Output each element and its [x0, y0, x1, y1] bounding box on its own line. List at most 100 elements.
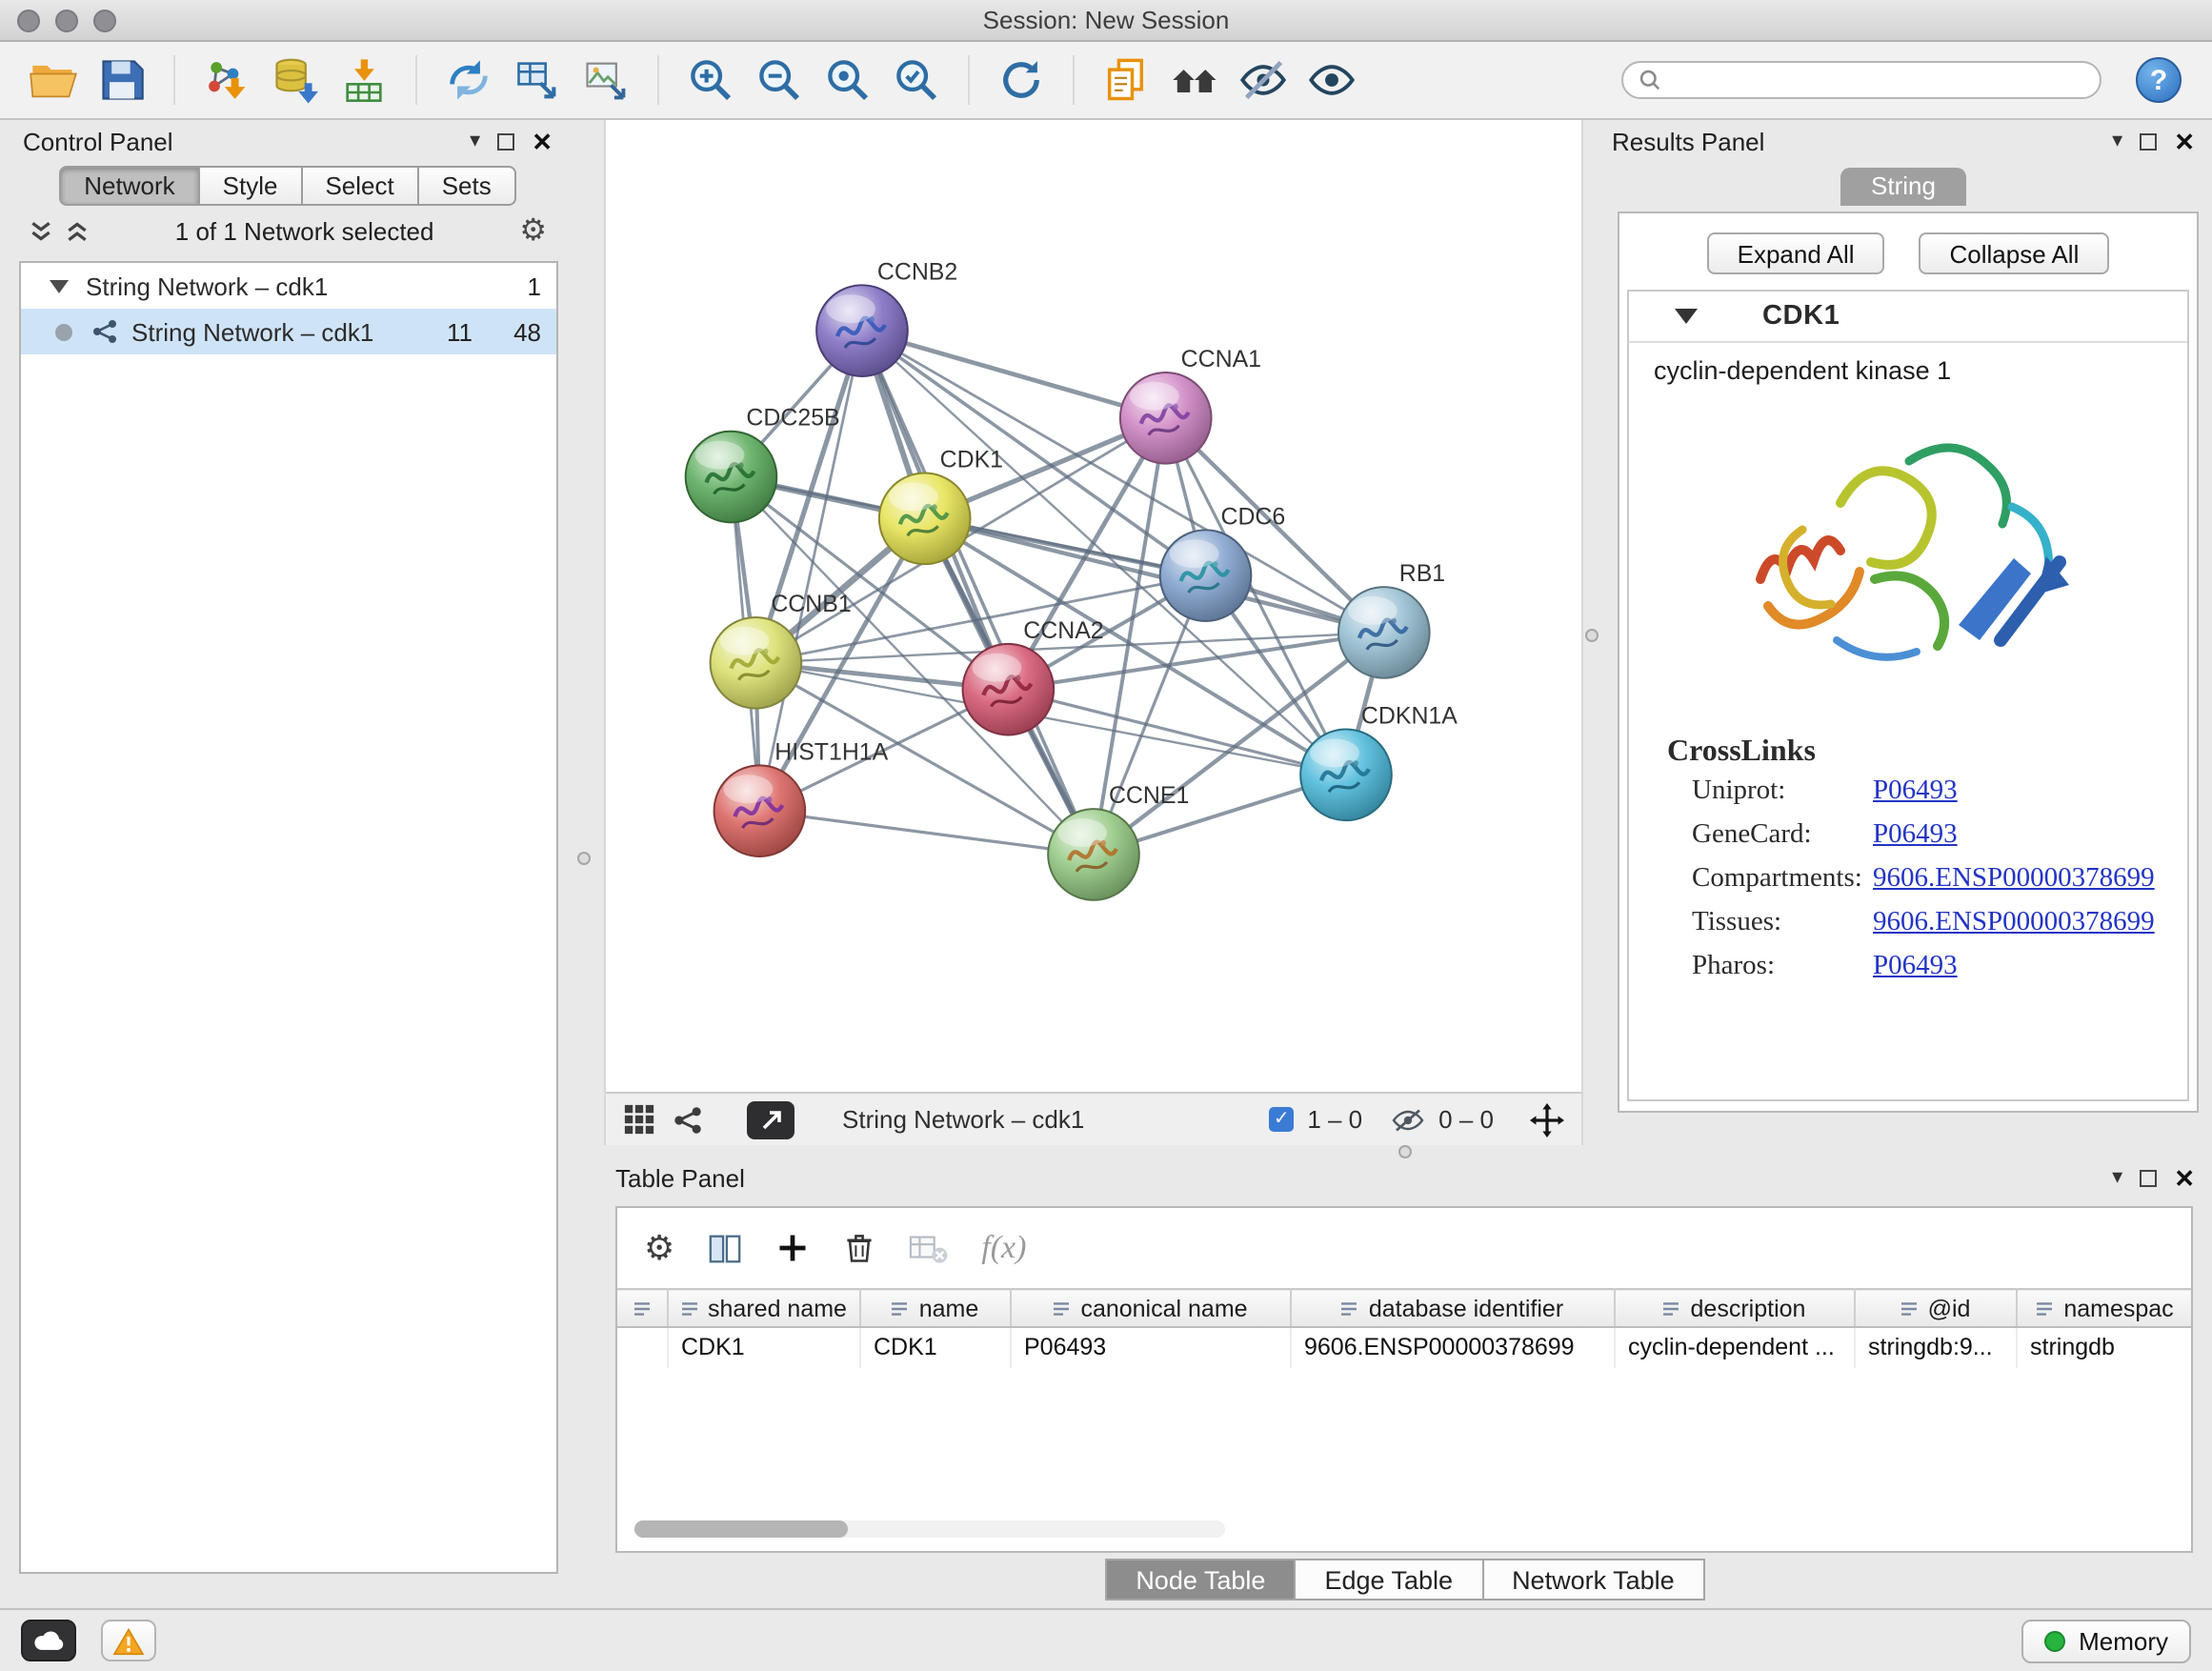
network-edge-CCNB2-CCNE1[interactable] [862, 331, 1094, 855]
import-network-from-file-button[interactable] [192, 48, 261, 112]
column-header-namespac[interactable]: namespac [2016, 1289, 2191, 1327]
first-neighbors-button[interactable] [1160, 48, 1229, 112]
table-cell[interactable]: stringdb:9... [1854, 1327, 2016, 1367]
open-in-new-window-button[interactable] [747, 1100, 794, 1138]
tab-network-table[interactable]: Network Table [1483, 1559, 1705, 1601]
collapse-section-icon[interactable] [1675, 309, 1698, 324]
expand-all-button[interactable]: Expand All [1707, 232, 1885, 274]
network-node-CDC6[interactable] [1160, 530, 1252, 621]
network-node-CDKN1A[interactable] [1300, 729, 1392, 820]
tab-network[interactable]: Network [59, 166, 199, 206]
cloud-status-button[interactable] [21, 1620, 76, 1661]
network-edge-HIST1H1A-CCNE1[interactable] [759, 811, 1094, 855]
maximize-panel-icon[interactable] [497, 132, 514, 150]
new-network-button[interactable] [434, 48, 503, 112]
delete-column-icon[interactable] [842, 1231, 876, 1265]
row-handle[interactable] [617, 1327, 667, 1367]
network-collection-row[interactable]: String Network – cdk1 1 [21, 263, 556, 309]
table-cell[interactable]: 9606.ENSP00000378699 [1290, 1327, 1614, 1367]
table-cell[interactable]: cyclin-dependent ... [1614, 1327, 1854, 1367]
close-panel-icon[interactable]: ✕ [532, 129, 553, 153]
delete-table-icon[interactable] [909, 1231, 949, 1265]
right-splitter-handle[interactable] [1585, 629, 1599, 642]
refresh-view-button[interactable] [987, 48, 1056, 112]
zoom-selected-button[interactable] [882, 48, 951, 112]
maximize-panel-icon[interactable] [2140, 132, 2157, 150]
network-node-CDC25B[interactable] [686, 432, 777, 523]
collapse-all-icon[interactable] [29, 219, 53, 244]
network-node-CCNE1[interactable] [1048, 809, 1139, 900]
table-horizontal-scrollbar[interactable] [634, 1520, 1225, 1538]
tab-select[interactable]: Select [302, 166, 418, 206]
close-panel-icon[interactable]: ✕ [2174, 1165, 2195, 1190]
network-node-HIST1H1A[interactable] [714, 765, 806, 856]
import-network-from-database-button[interactable] [261, 48, 330, 112]
pan-crosshair-icon[interactable] [1530, 1102, 1564, 1137]
tab-style[interactable]: Style [200, 166, 303, 206]
table-row[interactable]: CDK1CDK1P064939606.ENSP00000378699cyclin… [617, 1327, 2191, 1367]
column-header-shared-name[interactable]: shared name [667, 1289, 859, 1327]
tab-node-table[interactable]: Node Table [1105, 1559, 1296, 1601]
export-network-table-button[interactable] [503, 48, 572, 112]
search-input[interactable] [1671, 67, 2084, 93]
tab-sets[interactable]: Sets [419, 166, 516, 206]
table-cell[interactable]: stringdb [2016, 1327, 2191, 1367]
collapse-all-button[interactable]: Collapse All [1920, 232, 2110, 274]
close-window-button[interactable] [17, 10, 40, 32]
network-node-CCNA1[interactable] [1120, 372, 1212, 464]
network-node-RB1[interactable] [1338, 587, 1430, 678]
table-settings-gear-icon[interactable]: ⚙ [644, 1228, 674, 1268]
birds-eye-view-icon[interactable] [623, 1103, 655, 1136]
crosslink-value-link[interactable]: P06493 [1873, 819, 1958, 852]
table-cell[interactable]: CDK1 [859, 1327, 1010, 1367]
float-panel-icon[interactable]: ▾ [470, 131, 480, 151]
maximize-panel-icon[interactable] [2140, 1169, 2157, 1186]
zoom-fit-button[interactable] [814, 48, 882, 112]
warnings-button[interactable] [101, 1620, 156, 1661]
hidden-eye-icon[interactable] [1391, 1106, 1425, 1133]
minimize-window-button[interactable] [55, 10, 78, 32]
float-panel-icon[interactable]: ▾ [2112, 131, 2122, 151]
show-columns-icon[interactable] [707, 1230, 743, 1266]
network-node-CCNB1[interactable] [711, 617, 802, 709]
column-header--id[interactable]: @id [1854, 1289, 2016, 1327]
search-field[interactable] [1621, 61, 2101, 99]
selected-checkbox-icon[interactable]: ✓ [1269, 1107, 1294, 1132]
expand-all-icon[interactable] [65, 219, 90, 244]
crosslink-value-link[interactable]: 9606.ENSP00000378699 [1873, 907, 2155, 939]
column-header-canonical-name[interactable]: canonical name [1010, 1289, 1290, 1327]
network-node-CCNA2[interactable] [963, 644, 1055, 735]
hide-selected-button[interactable] [1229, 48, 1297, 112]
network-canvas[interactable]: CCNB2CCNA1CDC25BCDK1CDC6RB1CCNB1CCNA2CDK… [606, 120, 1581, 1092]
scrollbar-thumb[interactable] [634, 1520, 848, 1538]
open-session-button[interactable] [19, 48, 88, 112]
network-node-CDK1[interactable] [879, 473, 971, 565]
network-options-gear-icon[interactable]: ⚙ [519, 216, 547, 247]
close-panel-icon[interactable]: ✕ [2174, 129, 2195, 153]
gene-section-header[interactable]: CDK1 [1629, 292, 2187, 343]
tab-edge-table[interactable]: Edge Table [1296, 1559, 1483, 1601]
column-header-name[interactable]: name [859, 1289, 1010, 1327]
table-cell[interactable]: CDK1 [667, 1327, 859, 1367]
network-overview-icon[interactable] [673, 1104, 703, 1135]
show-all-button[interactable] [1297, 48, 1366, 112]
maximize-window-button[interactable] [93, 10, 116, 32]
import-table-from-file-button[interactable] [330, 48, 398, 112]
crosslink-value-link[interactable]: 9606.ENSP00000378699 [1873, 863, 2155, 896]
zoom-in-button[interactable] [676, 48, 745, 112]
network-row-selected[interactable]: String Network – cdk1 11 48 [21, 309, 556, 354]
duplicate-network-button[interactable] [1092, 48, 1160, 112]
memory-button[interactable]: Memory [2021, 1619, 2191, 1662]
add-column-icon[interactable] [775, 1231, 810, 1265]
column-header-description[interactable]: description [1614, 1289, 1854, 1327]
table-cell[interactable]: P06493 [1010, 1327, 1290, 1367]
float-panel-icon[interactable]: ▾ [2112, 1167, 2122, 1188]
help-button[interactable]: ? [2136, 57, 2182, 103]
tab-string[interactable]: String [1840, 168, 1966, 206]
zoom-out-button[interactable] [745, 48, 814, 112]
crosslink-value-link[interactable]: P06493 [1873, 775, 1958, 808]
left-splitter-handle[interactable] [577, 852, 591, 865]
network-node-CCNB2[interactable] [816, 285, 908, 376]
function-builder-icon[interactable]: f(x) [981, 1229, 1026, 1267]
collapse-arrow-icon[interactable] [50, 279, 69, 292]
